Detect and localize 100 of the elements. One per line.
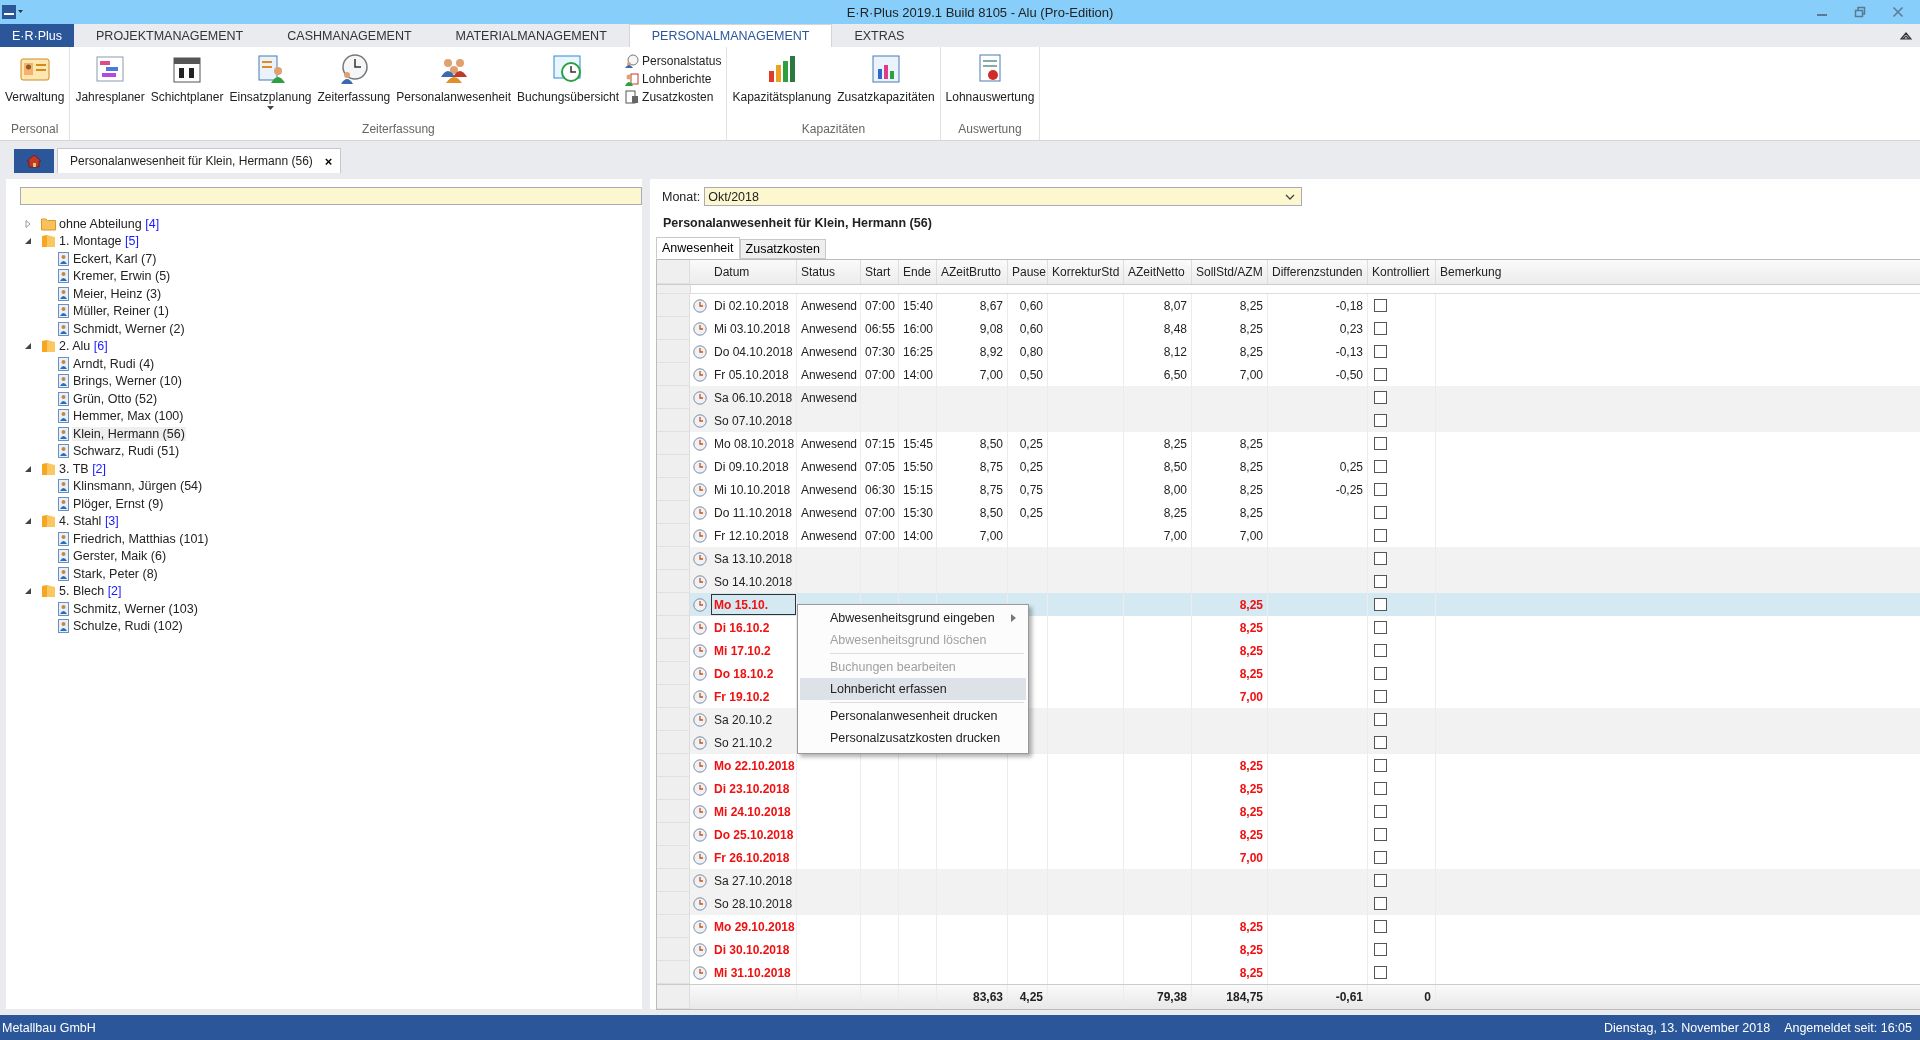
checkbox[interactable] xyxy=(1374,782,1387,795)
checkbox[interactable] xyxy=(1374,805,1387,818)
clock-icon[interactable] xyxy=(693,712,707,727)
checkbox[interactable] xyxy=(1374,667,1387,680)
clock-icon[interactable] xyxy=(693,620,707,635)
ribbon-button[interactable]: Personalstatus xyxy=(622,53,725,69)
checkbox[interactable] xyxy=(1374,621,1387,634)
checkbox[interactable] xyxy=(1374,966,1387,979)
clock-icon[interactable] xyxy=(693,781,707,796)
checkbox[interactable] xyxy=(1374,437,1387,450)
clock-icon[interactable] xyxy=(693,390,707,405)
checkbox[interactable] xyxy=(1374,897,1387,910)
checkbox[interactable] xyxy=(1374,690,1387,703)
ribbon-button[interactable]: Buchungsübersicht xyxy=(514,51,623,106)
clock-icon[interactable] xyxy=(693,689,707,704)
clock-icon[interactable] xyxy=(693,321,707,336)
column-header[interactable]: Differenzstunden xyxy=(1268,260,1368,284)
clock-icon[interactable] xyxy=(693,436,707,451)
employee-item[interactable]: Schmidt, Werner (2) xyxy=(72,321,186,336)
column-header[interactable]: Bemerkung xyxy=(1436,260,1920,284)
menu-item[interactable]: Abwesenheitsgrund eingeben xyxy=(800,607,1026,629)
employee-item[interactable]: Friedrich, Matthias (101) xyxy=(72,531,210,546)
checkbox[interactable] xyxy=(1374,644,1387,657)
expanded-arrow-icon[interactable] xyxy=(24,517,32,526)
clock-icon[interactable] xyxy=(693,367,707,382)
ribbon-button[interactable]: Jahresplaner xyxy=(72,51,148,106)
column-header[interactable]: Pause xyxy=(1008,260,1048,284)
checkbox[interactable] xyxy=(1374,920,1387,933)
ribbon-button[interactable]: Zusatzkosten xyxy=(622,89,725,105)
column-header[interactable]: Start xyxy=(861,260,899,284)
ribbon-tab[interactable]: MATERIALMANAGEMENT xyxy=(433,24,629,47)
ribbon-button[interactable]: Lohnauswertung xyxy=(942,51,1038,106)
department-label[interactable]: 3. TB [2] xyxy=(59,461,107,476)
close-icon[interactable] xyxy=(1892,6,1904,18)
department-label[interactable]: 2. Alu [6] xyxy=(59,339,108,354)
app-logo-icon[interactable] xyxy=(2,5,24,19)
ribbon-tab[interactable]: PROJEKTMANAGEMENT xyxy=(74,24,266,47)
clock-icon[interactable] xyxy=(693,804,707,819)
employee-item[interactable]: Plöger, Ernst (9) xyxy=(72,496,165,511)
clock-icon[interactable] xyxy=(693,919,707,934)
clock-icon[interactable] xyxy=(693,643,707,658)
ribbon-button[interactable]: Personalanwesenheit xyxy=(393,51,514,106)
expanded-arrow-icon[interactable] xyxy=(24,342,32,351)
department-label[interactable]: ohne Abteilung [4] xyxy=(59,216,160,231)
employee-item[interactable]: Grün, Otto (52) xyxy=(72,391,159,406)
checkbox[interactable] xyxy=(1374,506,1387,519)
employee-item[interactable]: Müller, Reiner (1) xyxy=(72,304,170,319)
employee-item[interactable]: Schmitz, Werner (103) xyxy=(72,601,199,616)
clock-icon[interactable] xyxy=(693,597,707,612)
checkbox[interactable] xyxy=(1374,552,1387,565)
month-dropdown[interactable]: Okt/2018 xyxy=(704,187,1303,206)
column-header[interactable]: AZeitNetto xyxy=(1124,260,1192,284)
collapsed-arrow-icon[interactable] xyxy=(24,219,32,228)
checkbox[interactable] xyxy=(1374,368,1387,381)
column-header[interactable]: Status xyxy=(797,260,861,284)
ribbon-button[interactable]: Kapazitätsplanung xyxy=(729,51,835,106)
close-tab-button[interactable]: × xyxy=(322,153,335,169)
checkbox[interactable] xyxy=(1374,483,1387,496)
menu-item[interactable]: Personalzusatzkosten drucken xyxy=(800,727,1026,749)
checkbox[interactable] xyxy=(1374,943,1387,956)
clock-icon[interactable] xyxy=(693,528,707,543)
employee-item[interactable]: Kremer, Erwin (5) xyxy=(72,269,172,284)
checkbox[interactable] xyxy=(1374,391,1387,404)
ribbon-button[interactable]: Verwaltung xyxy=(2,51,68,106)
checkbox[interactable] xyxy=(1374,828,1387,841)
checkbox[interactable] xyxy=(1374,529,1387,542)
ribbon-tab[interactable]: EXTRAS xyxy=(832,24,927,47)
employee-item[interactable]: Eckert, Karl (7) xyxy=(72,251,158,266)
checkbox[interactable] xyxy=(1374,575,1387,588)
checkbox[interactable] xyxy=(1374,736,1387,749)
clock-icon[interactable] xyxy=(693,344,707,359)
checkbox[interactable] xyxy=(1374,759,1387,772)
clock-icon[interactable] xyxy=(693,896,707,911)
employee-item[interactable]: Brings, Werner (10) xyxy=(72,374,183,389)
clock-icon[interactable] xyxy=(693,574,707,589)
employee-item[interactable]: Klein, Hermann (56) xyxy=(72,426,186,441)
clock-icon[interactable] xyxy=(693,965,707,980)
clock-icon[interactable] xyxy=(693,666,707,681)
document-tab[interactable]: Personalanwesenheit für Klein, Hermann (56) × xyxy=(57,148,342,173)
expanded-arrow-icon[interactable] xyxy=(24,237,32,246)
column-header[interactable]: AZeitBrutto xyxy=(937,260,1008,284)
menu-item[interactable]: Lohnbericht erfassen xyxy=(800,678,1026,700)
employee-item[interactable]: Meier, Heinz (3) xyxy=(72,286,163,301)
expanded-arrow-icon[interactable] xyxy=(24,587,32,596)
clock-icon[interactable] xyxy=(693,827,707,842)
clock-icon[interactable] xyxy=(693,942,707,957)
ribbon-tab[interactable]: CASHMANAGEMENT xyxy=(265,24,434,47)
column-header[interactable]: KorrekturStd xyxy=(1048,260,1124,284)
clock-icon[interactable] xyxy=(693,413,707,428)
file-tab[interactable]: E·R·Plus xyxy=(0,24,74,47)
checkbox[interactable] xyxy=(1374,713,1387,726)
checkbox[interactable] xyxy=(1374,598,1387,611)
employee-item[interactable]: Klinsmann, Jürgen (54) xyxy=(72,479,204,494)
employee-item[interactable]: Stark, Peter (8) xyxy=(72,566,159,581)
checkbox[interactable] xyxy=(1374,322,1387,335)
expanded-arrow-icon[interactable] xyxy=(24,464,32,473)
ribbon-button[interactable]: Einsatzplanung xyxy=(226,51,315,112)
employee-item[interactable]: Schwarz, Rudi (51) xyxy=(72,444,181,459)
clock-icon[interactable] xyxy=(693,298,707,313)
clock-icon[interactable] xyxy=(693,735,707,750)
